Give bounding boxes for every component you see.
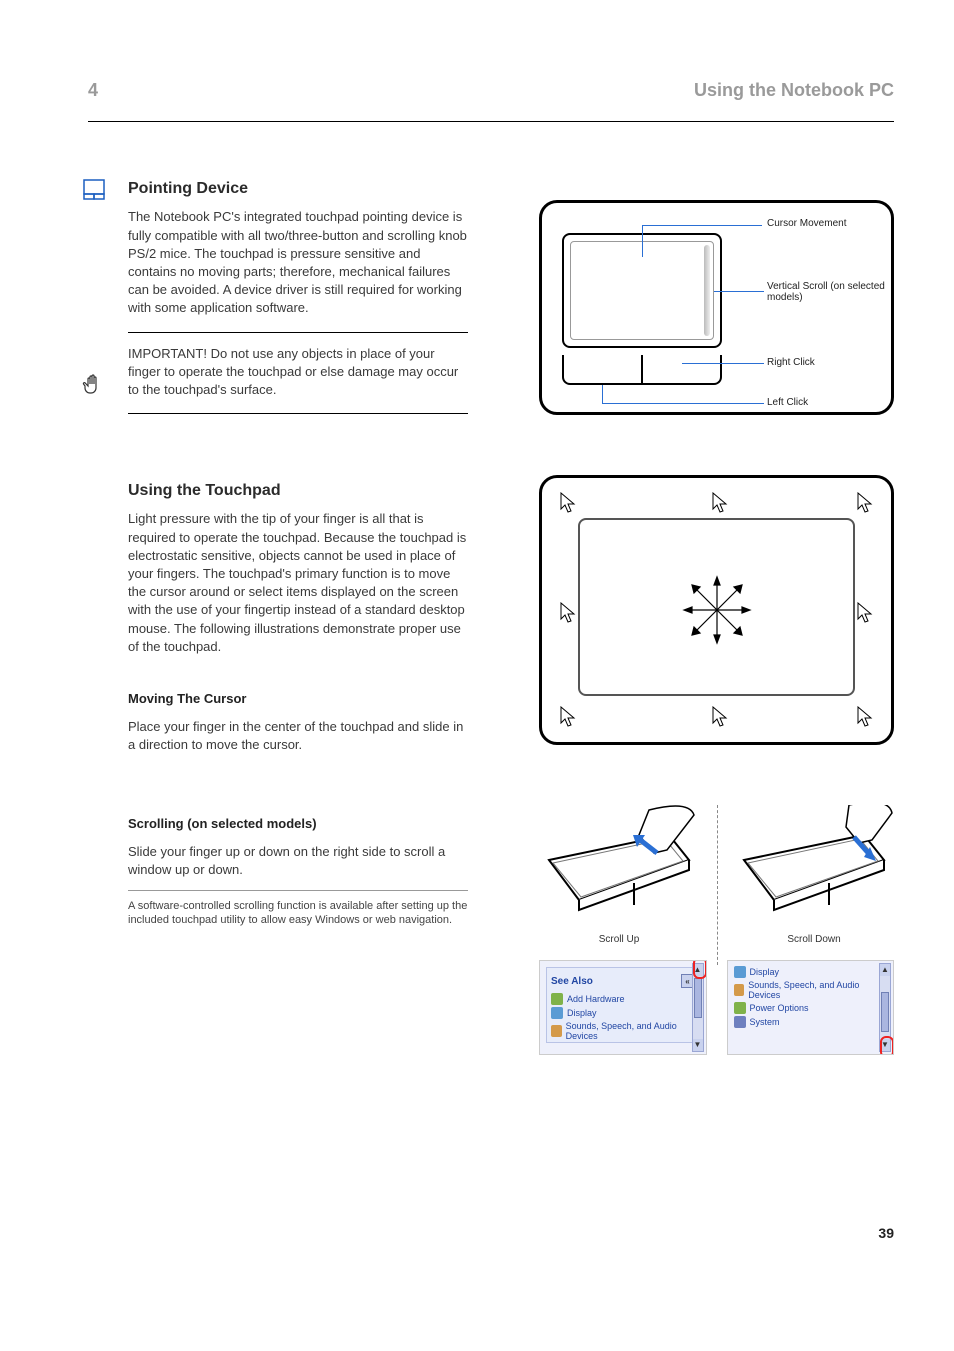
scrolling-note: A software-controlled scrolling function… (128, 890, 468, 928)
scroll-down-caption: Scroll Down (734, 934, 894, 945)
list-item: System (734, 1015, 880, 1029)
pointing-device-title: Pointing Device (128, 178, 468, 200)
section-title: Using the Notebook PC (694, 80, 894, 101)
callout-right-click: Right Click (767, 357, 815, 368)
scroll-down-arrow: ▼ (693, 1039, 703, 1051)
moving-cursor-paragraph: Place your finger in the center of the t… (128, 718, 468, 754)
cursor-icon (857, 602, 873, 624)
using-touchpad-text: Using the Touchpad Light pressure with t… (128, 480, 468, 666)
list-item: Power Options (734, 1001, 880, 1015)
page-number: 39 (878, 1225, 894, 1241)
see-also-title: See Also (551, 976, 593, 987)
highlight-ring-icon (880, 1036, 894, 1055)
divider-1 (128, 332, 468, 333)
pointing-device-paragraph: The Notebook PC's integrated touchpad po… (128, 208, 468, 317)
cursor-icon (857, 492, 873, 514)
figure-touchpad-labeled: Cursor Movement Vertical Scroll (on sele… (539, 200, 894, 415)
scroll-up-arrow: ▲ (880, 964, 890, 976)
cursor-icon (857, 706, 873, 728)
cursor-icon (712, 706, 728, 728)
scrolling-paragraph: Slide your finger up or down on the righ… (128, 843, 468, 879)
directional-arrows-icon (682, 575, 752, 645)
figure-cursor-directions (539, 475, 894, 745)
scroll-thumb (881, 992, 889, 1032)
hand-stop-icon (82, 373, 110, 401)
header-rule (88, 121, 894, 122)
cursor-icon (560, 602, 576, 624)
using-touchpad-paragraph: Light pressure with the tip of your fing… (128, 510, 468, 656)
section-number: 4 (88, 80, 98, 101)
moving-cursor-title: Moving The Cursor (128, 690, 468, 708)
touchpad-icon (82, 178, 110, 206)
callout-vertical-scroll: Vertical Scroll (on selected models) (767, 281, 887, 303)
pointing-device-text: Pointing Device The Notebook PC's integr… (128, 178, 468, 426)
figure-scroll-gesture: Scroll Up Scr (539, 805, 894, 945)
screenshot-left: See Also « Add Hardware Display Sounds, … (539, 960, 707, 1055)
highlight-ring-icon (693, 960, 707, 979)
cursor-icon (560, 706, 576, 728)
list-item: Sounds, Speech, and Audio Devices (551, 1020, 695, 1042)
screenshot-right: Display Sounds, Speech, and Audio Device… (727, 960, 895, 1055)
figure-screenshots: See Also « Add Hardware Display Sounds, … (539, 960, 894, 1055)
list-item: Sounds, Speech, and Audio Devices (734, 979, 880, 1001)
important-note: IMPORTANT! Do not use any objects in pla… (128, 345, 468, 400)
scroll-thumb (694, 978, 702, 1018)
list-item: Add Hardware (551, 992, 695, 1006)
scrolling-text: Scrolling (on selected models) Slide you… (128, 815, 468, 927)
divider-2 (128, 413, 468, 414)
callout-cursor-movement: Cursor Movement (767, 218, 846, 229)
list-item: Display (734, 965, 880, 979)
callout-left-click: Left Click (767, 397, 808, 408)
scroll-up-caption: Scroll Up (539, 934, 699, 945)
cursor-icon (712, 492, 728, 514)
scrolling-title: Scrolling (on selected models) (128, 815, 468, 833)
page-header: 4 Using the Notebook PC (88, 80, 894, 107)
cursor-icon (560, 492, 576, 514)
list-item: Display (551, 1006, 695, 1020)
touchpad-scroll-down-illustration (734, 805, 894, 930)
using-touchpad-title: Using the Touchpad (128, 480, 468, 502)
touchpad-scroll-up-illustration (539, 805, 699, 930)
moving-cursor-text: Moving The Cursor Place your finger in t… (128, 690, 468, 765)
